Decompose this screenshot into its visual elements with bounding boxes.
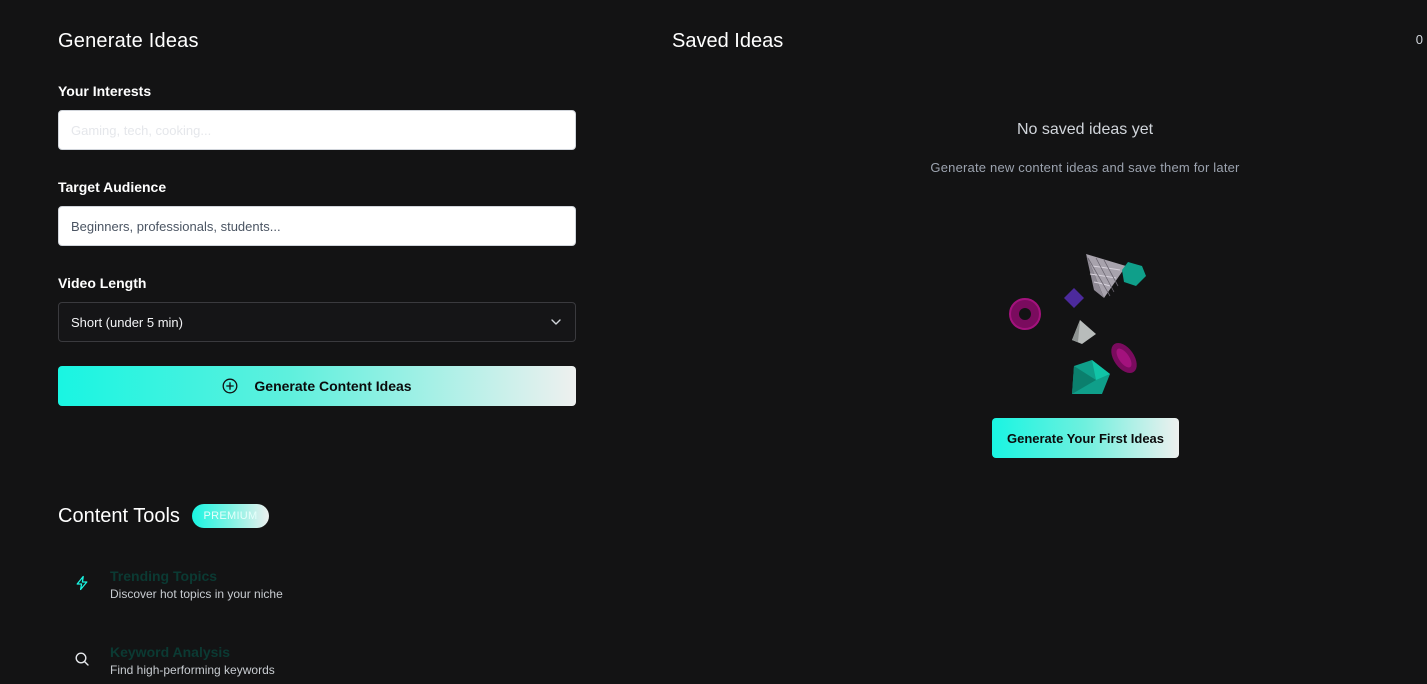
generate-first-ideas-button[interactable]: Generate Your First Ideas xyxy=(992,418,1179,458)
plus-circle-icon xyxy=(222,378,238,394)
video-length-value: Short (under 5 min) xyxy=(71,314,183,330)
tool-description: Discover hot topics in your niche xyxy=(110,587,283,601)
empty-state-illustration xyxy=(1000,248,1160,398)
torus-shape xyxy=(1009,298,1041,330)
tool-name: Keyword Analysis xyxy=(110,644,231,660)
search-icon xyxy=(74,651,90,667)
tool-name: Trending Topics xyxy=(110,568,218,584)
striped-cone-shape xyxy=(1086,254,1126,298)
audience-input[interactable] xyxy=(58,206,576,246)
interests-input[interactable] xyxy=(58,110,576,150)
audience-label: Target Audience xyxy=(58,179,167,195)
content-tools-title: Content Tools xyxy=(58,505,180,527)
chevron-down-icon xyxy=(549,315,563,329)
interests-label: Your Interests xyxy=(58,83,152,99)
tool-trending-topics[interactable]: Trending Topics Discover hot topics in y… xyxy=(74,568,374,608)
empty-state-subtitle: Generate new content ideas and save them… xyxy=(930,160,1240,175)
grey-cone-shape xyxy=(1072,320,1096,344)
diamond-shape xyxy=(1064,288,1084,308)
bolt-icon xyxy=(74,575,90,591)
generate-content-ideas-label: Generate Content Ideas xyxy=(254,378,412,394)
video-length-label: Video Length xyxy=(58,275,147,291)
saved-count: 0 xyxy=(1415,32,1423,47)
generate-content-ideas-button[interactable]: Generate Content Ideas xyxy=(58,366,576,406)
teal-hexagon-shape xyxy=(1122,262,1146,286)
teal-gem-shape xyxy=(1072,360,1110,394)
premium-badge: PREMIUM xyxy=(192,504,269,528)
empty-state-title: No saved ideas yet xyxy=(1016,121,1154,138)
tool-keyword-analysis[interactable]: Keyword Analysis Find high-performing ke… xyxy=(74,644,374,684)
page: Generate Ideas Your Interests Target Aud… xyxy=(0,0,1427,684)
video-length-select[interactable]: Short (under 5 min) xyxy=(58,302,576,342)
generate-ideas-title: Generate Ideas xyxy=(58,30,199,52)
saved-ideas-title: Saved Ideas xyxy=(672,30,784,52)
tool-description: Find high-performing keywords xyxy=(110,663,275,677)
